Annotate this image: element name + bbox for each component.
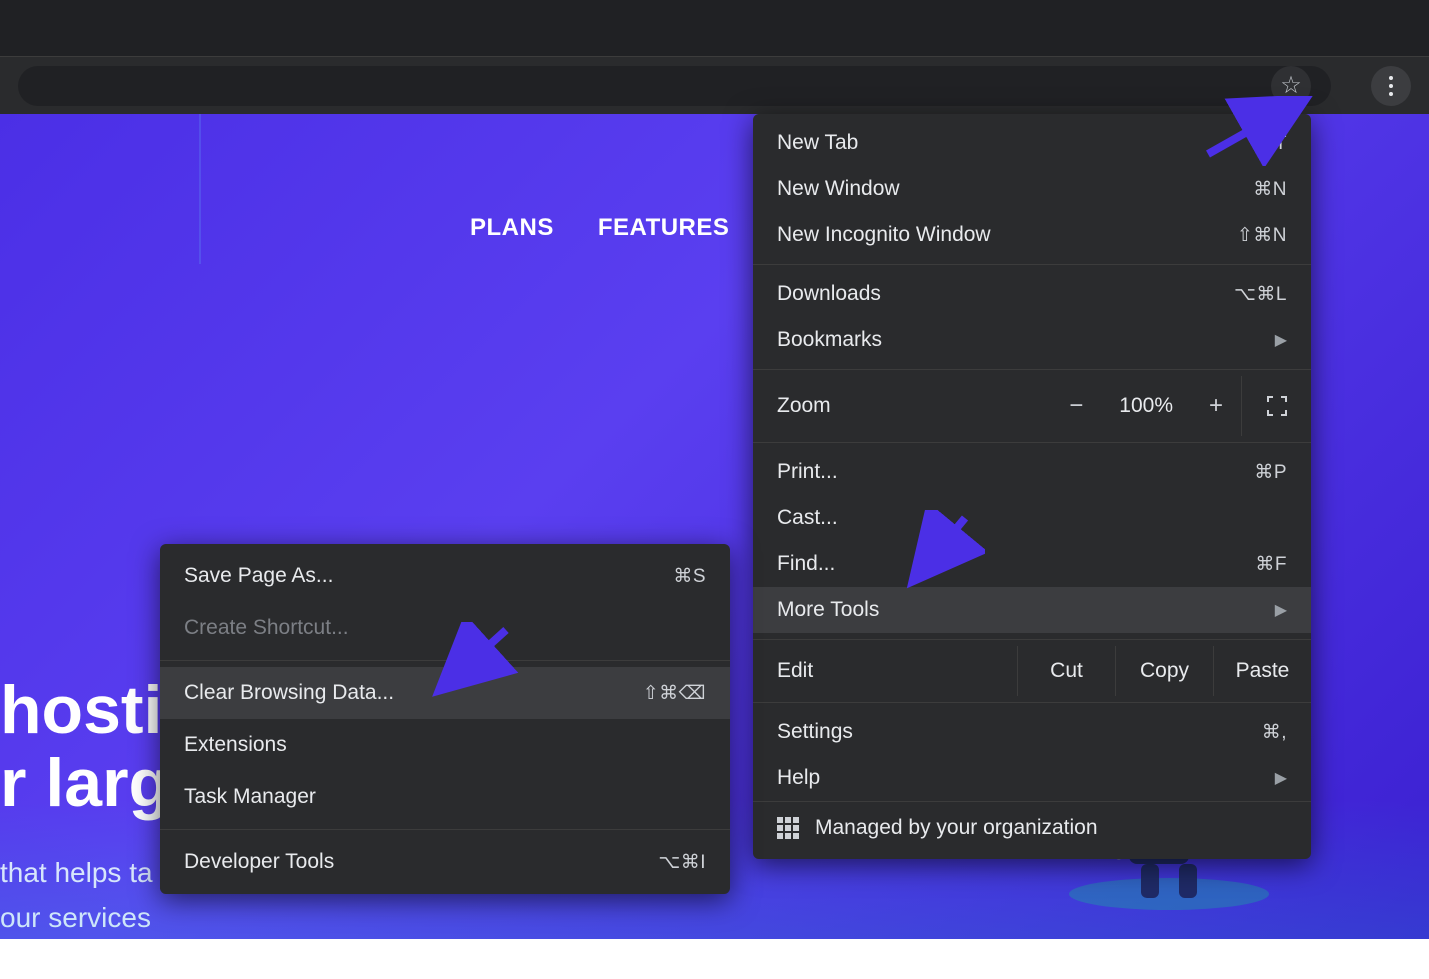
menu-separator — [160, 829, 730, 830]
site-nav: PLANS FEATURES — [470, 214, 729, 242]
submenu-create-shortcut: Create Shortcut... — [160, 602, 730, 654]
page-bottom-strip — [0, 939, 1429, 979]
menu-downloads[interactable]: Downloads ⌥⌘L — [753, 271, 1311, 317]
menu-edit-row: Edit Cut Copy Paste — [753, 646, 1311, 696]
submenu-extensions[interactable]: Extensions — [160, 719, 730, 771]
menu-shortcut: ⌘S — [673, 565, 706, 588]
submenu-clear-browsing-data[interactable]: Clear Browsing Data... ⇧⌘⌫ — [160, 667, 730, 719]
menu-label: Clear Browsing Data... — [184, 681, 394, 705]
nav-features[interactable]: FEATURES — [598, 214, 730, 242]
menu-shortcut: ⌘P — [1254, 461, 1287, 484]
menu-shortcut: ⌘N — [1253, 178, 1287, 201]
browser-tab-strip — [0, 0, 1429, 56]
managed-label: Managed by your organization — [815, 816, 1098, 840]
menu-label: Bookmarks — [777, 328, 882, 352]
menu-label: Find... — [777, 552, 835, 576]
menu-label: Save Page As... — [184, 564, 333, 588]
menu-separator — [753, 369, 1311, 370]
menu-label: Create Shortcut... — [184, 616, 349, 640]
address-bar[interactable]: ☆ — [18, 66, 1331, 106]
browser-toolbar: ☆ — [0, 56, 1429, 114]
circuit-decoration — [0, 114, 300, 264]
submenu-arrow-icon: ▶ — [1275, 600, 1287, 620]
menu-managed-org[interactable]: Managed by your organization — [753, 801, 1311, 853]
menu-label: New Incognito Window — [777, 223, 991, 247]
bookmark-star-icon[interactable]: ☆ — [1271, 66, 1311, 106]
org-grid-icon — [777, 817, 799, 839]
menu-shortcut: ⇧⌘⌫ — [643, 682, 706, 705]
chrome-menu-button[interactable] — [1371, 66, 1411, 106]
submenu-save-page-as[interactable]: Save Page As... ⌘S — [160, 550, 730, 602]
menu-label: Developer Tools — [184, 850, 334, 874]
menu-separator — [753, 264, 1311, 265]
menu-new-tab[interactable]: New Tab ⌘T — [753, 120, 1311, 166]
menu-label: Cast... — [777, 506, 838, 530]
submenu-arrow-icon: ▶ — [1275, 768, 1287, 788]
fullscreen-button[interactable] — [1241, 376, 1311, 436]
menu-new-window[interactable]: New Window ⌘N — [753, 166, 1311, 212]
zoom-out-button[interactable]: − — [1061, 392, 1091, 420]
menu-new-incognito[interactable]: New Incognito Window ⇧⌘N — [753, 212, 1311, 258]
menu-settings[interactable]: Settings ⌘, — [753, 709, 1311, 755]
kebab-icon — [1389, 76, 1393, 96]
menu-shortcut: ⌘T — [1255, 132, 1287, 155]
menu-label: New Window — [777, 177, 900, 201]
more-tools-submenu: Save Page As... ⌘S Create Shortcut... Cl… — [160, 544, 730, 894]
nav-plans[interactable]: PLANS — [470, 214, 554, 242]
menu-separator — [753, 702, 1311, 703]
menu-more-tools[interactable]: More Tools ▶ — [753, 587, 1311, 633]
edit-cut-button[interactable]: Cut — [1017, 646, 1115, 696]
menu-shortcut: ⌘, — [1262, 721, 1287, 744]
menu-label: More Tools — [777, 598, 879, 622]
menu-separator — [160, 660, 730, 661]
submenu-arrow-icon: ▶ — [1275, 330, 1287, 350]
menu-label: Extensions — [184, 733, 287, 757]
menu-label: Help — [777, 766, 820, 790]
chrome-main-menu: New Tab ⌘T New Window ⌘N New Incognito W… — [753, 114, 1311, 859]
menu-print[interactable]: Print... ⌘P — [753, 449, 1311, 495]
zoom-in-button[interactable]: + — [1201, 392, 1231, 420]
menu-bookmarks[interactable]: Bookmarks ▶ — [753, 317, 1311, 363]
menu-shortcut: ⌘F — [1255, 553, 1287, 576]
submenu-developer-tools[interactable]: Developer Tools ⌥⌘I — [160, 836, 730, 888]
menu-label: Task Manager — [184, 785, 316, 809]
menu-label: Print... — [777, 460, 838, 484]
edit-label: Edit — [753, 646, 1017, 696]
menu-shortcut: ⌥⌘L — [1234, 283, 1287, 306]
menu-shortcut: ⌥⌘I — [658, 851, 706, 874]
menu-shortcut: ⇧⌘N — [1237, 224, 1287, 247]
menu-zoom-row: Zoom − 100% + — [753, 376, 1311, 436]
menu-cast[interactable]: Cast... — [753, 495, 1311, 541]
menu-separator — [753, 639, 1311, 640]
menu-label: New Tab — [777, 131, 858, 155]
menu-label: Downloads — [777, 282, 881, 306]
zoom-label: Zoom — [753, 394, 1051, 418]
edit-copy-button[interactable]: Copy — [1115, 646, 1213, 696]
fullscreen-icon — [1266, 395, 1288, 417]
edit-paste-button[interactable]: Paste — [1213, 646, 1311, 696]
submenu-task-manager[interactable]: Task Manager — [160, 771, 730, 823]
menu-help[interactable]: Help ▶ — [753, 755, 1311, 801]
menu-separator — [753, 442, 1311, 443]
menu-find[interactable]: Find... ⌘F — [753, 541, 1311, 587]
zoom-value: 100% — [1119, 394, 1173, 418]
menu-label: Settings — [777, 720, 853, 744]
